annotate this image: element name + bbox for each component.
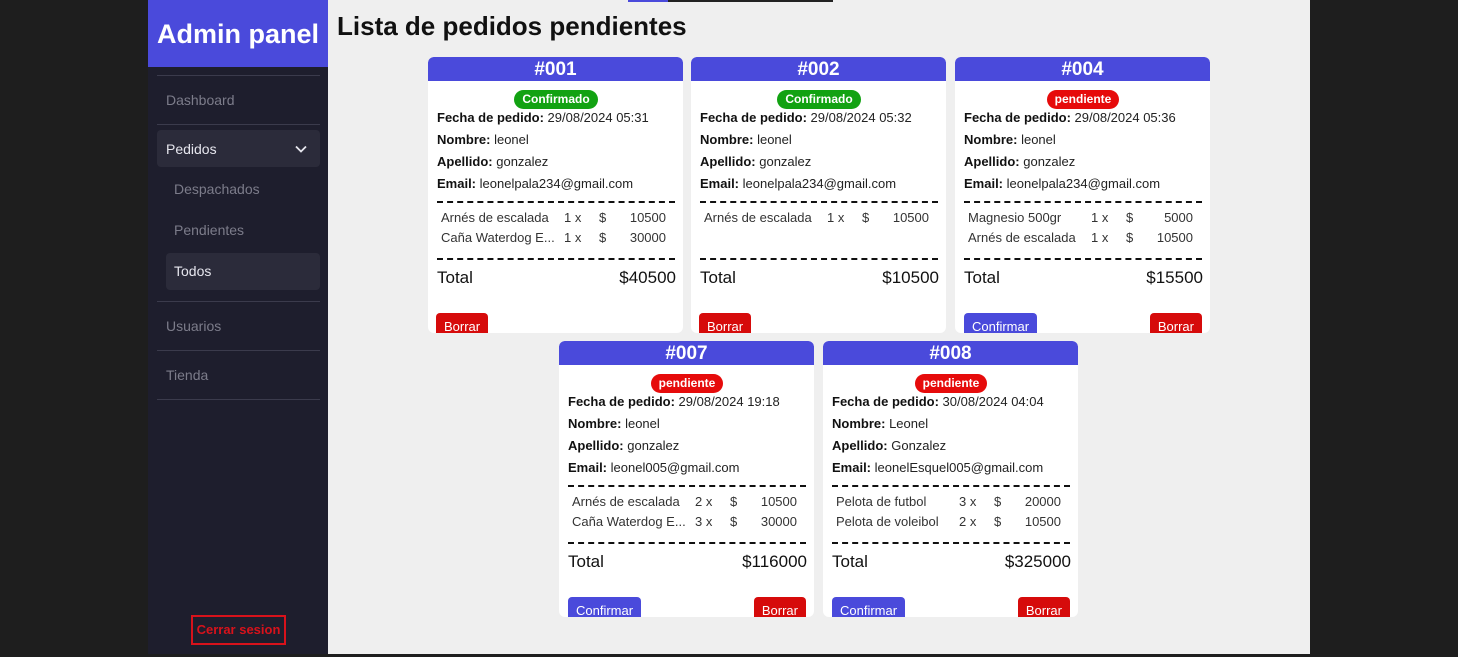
order-id: #004 <box>955 57 1210 81</box>
list-item: Arnés de escalada 1 x $10500 <box>704 210 929 225</box>
order-total: Total $40500 <box>437 268 676 287</box>
order-card: #008 pendiente Fecha de pedido: 30/08/20… <box>823 341 1078 617</box>
list-item: Arnés de escalada 1 x $10500 <box>441 210 666 225</box>
sidebar-subitem-todos[interactable]: Todos <box>166 253 320 290</box>
divider <box>157 124 320 125</box>
sidebar-item-label: Pedidos <box>166 140 217 157</box>
list-item: Pelota de voleibol 2 x $10500 <box>836 514 1061 529</box>
order-id: #001 <box>428 57 683 81</box>
delete-button[interactable]: Borrar <box>699 313 752 333</box>
order-items: Arnés de escalada 1 x $10500 <box>700 201 938 260</box>
confirm-button[interactable]: Confirmar <box>832 597 906 617</box>
sidebar-item-pedidos[interactable]: Pedidos <box>157 130 320 167</box>
brand-title: Admin panel <box>148 0 328 67</box>
order-items: Magnesio 500gr 1 x $5000 Arnés de escalada… <box>964 201 1202 260</box>
order-surname: Apellido: gonzalez <box>437 154 549 169</box>
order-card: #002 Confirmado Fecha de pedido: 29/08/2… <box>691 57 946 333</box>
sidebar-subitem-despachados[interactable]: Despachados <box>157 171 320 208</box>
order-card: #004 pendiente Fecha de pedido: 29/08/20… <box>955 57 1210 333</box>
order-total: Total $116000 <box>568 552 807 571</box>
list-item: Pelota de futbol 3 x $20000 <box>836 494 1061 509</box>
order-name: Nombre: leonel <box>437 132 529 147</box>
sidebar-item-tienda[interactable]: Tienda <box>157 351 320 399</box>
order-surname: Apellido: gonzalez <box>964 154 1076 169</box>
order-surname: Apellido: Gonzalez <box>832 438 947 453</box>
sidebar-item-usuarios[interactable]: Usuarios <box>157 302 320 350</box>
order-total: Total $15500 <box>964 268 1203 287</box>
list-item: Arnés de escalada 1 x $10500 <box>968 230 1193 245</box>
order-email: Email: leonelpala234@gmail.com <box>437 176 634 191</box>
order-email: Email: leonelEsquel005@gmail.com <box>832 460 1044 475</box>
order-id: #007 <box>559 341 814 365</box>
order-date: Fecha de pedido: 29/08/2024 05:36 <box>964 110 1176 125</box>
list-item: Caña Waterdog E... 3 x $30000 <box>572 514 797 529</box>
order-total: Total $325000 <box>832 552 1071 571</box>
order-card: #007 pendiente Fecha de pedido: 29/08/20… <box>559 341 814 617</box>
order-email: Email: leonel005@gmail.com <box>568 460 740 475</box>
order-id: #002 <box>691 57 946 81</box>
order-surname: Apellido: gonzalez <box>700 154 812 169</box>
sidebar-subitem-pendientes[interactable]: Pendientes <box>157 212 320 249</box>
divider <box>157 399 320 400</box>
confirm-button[interactable]: Confirmar <box>568 597 642 617</box>
order-name: Nombre: leonel <box>964 132 1056 147</box>
order-items: Pelota de futbol 3 x $20000 Pelota de vole… <box>832 485 1070 544</box>
logout-button[interactable]: Cerrar sesion <box>191 615 286 645</box>
sidebar-item-dashboard[interactable]: Dashboard <box>157 76 320 124</box>
order-email: Email: leonelpala234@gmail.com <box>964 176 1161 191</box>
chevron-down-icon <box>295 145 307 153</box>
top-bar-accent <box>628 0 668 2</box>
order-total: Total $10500 <box>700 268 939 287</box>
order-card: #001 Confirmado Fecha de pedido: 29/08/2… <box>428 57 683 333</box>
main-content: Lista de pedidos pendientes #001 Confirm… <box>328 0 1310 654</box>
delete-button[interactable]: Borrar <box>1149 313 1202 333</box>
delete-button[interactable]: Borrar <box>753 597 806 617</box>
app-window: Admin panel Dashboard Pedidos Despachado… <box>148 0 1310 654</box>
order-items: Arnés de escalada 2 x $10500 Caña Waterdog… <box>568 485 806 544</box>
delete-button[interactable]: Borrar <box>1017 597 1070 617</box>
order-date: Fecha de pedido: 29/08/2024 05:32 <box>700 110 912 125</box>
order-email: Email: leonelpala234@gmail.com <box>700 176 897 191</box>
sidebar-nav: Dashboard Pedidos Despachados Pendientes… <box>148 67 328 400</box>
order-date: Fecha de pedido: 29/08/2024 19:18 <box>568 394 780 409</box>
delete-button[interactable]: Borrar <box>436 313 489 333</box>
order-items: Arnés de escalada 1 x $10500 Caña Waterdog… <box>437 201 675 260</box>
confirm-button[interactable]: Confirmar <box>964 313 1038 333</box>
list-item: Caña Waterdog E... 1 x $30000 <box>441 230 666 245</box>
order-date: Fecha de pedido: 29/08/2024 05:31 <box>437 110 649 125</box>
order-name: Nombre: Leonel <box>832 416 929 431</box>
order-id: #008 <box>823 341 1078 365</box>
page-title: Lista de pedidos pendientes <box>337 11 687 41</box>
sidebar: Admin panel Dashboard Pedidos Despachado… <box>148 0 328 654</box>
order-name: Nombre: leonel <box>568 416 660 431</box>
order-surname: Apellido: gonzalez <box>568 438 680 453</box>
order-name: Nombre: leonel <box>700 132 792 147</box>
list-item: Magnesio 500gr 1 x $5000 <box>968 210 1193 225</box>
order-date: Fecha de pedido: 30/08/2024 04:04 <box>832 394 1044 409</box>
list-item: Arnés de escalada 2 x $10500 <box>572 494 797 509</box>
